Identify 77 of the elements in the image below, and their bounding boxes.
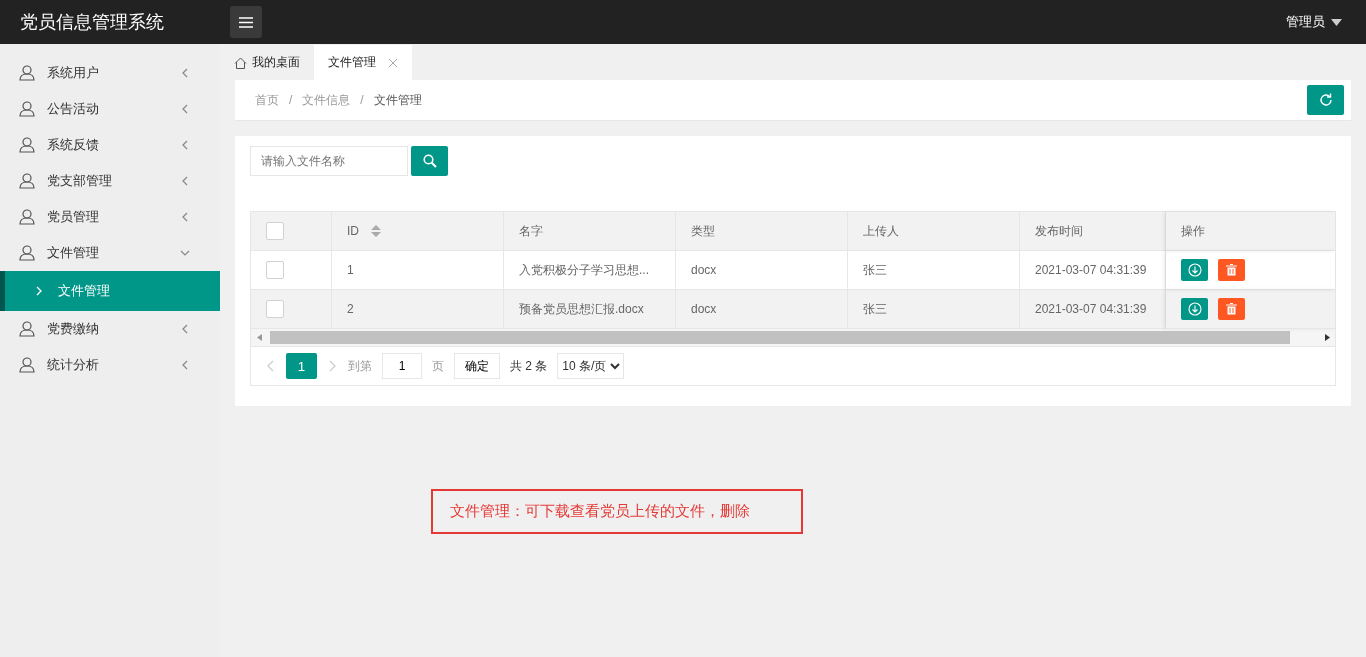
annotation-note: 文件管理：可下载查看党员上传的文件，删除 [431, 489, 803, 534]
sidebar-item[interactable]: 党费缴纳 [0, 311, 220, 347]
menu-icon [239, 16, 253, 28]
chevron-icon [180, 324, 190, 334]
column-header: 发布时间 [1020, 212, 1166, 251]
page-size-select[interactable]: 10 条/页 [557, 353, 625, 379]
sidebar-subitem[interactable]: 文件管理 [0, 271, 220, 311]
user-icon [19, 173, 35, 189]
tab[interactable]: 我的桌面 [220, 45, 314, 80]
chevron-icon [36, 286, 42, 296]
chevron-icon [180, 104, 190, 114]
download-icon [1187, 302, 1202, 316]
page-label: 页 [432, 357, 444, 375]
search-icon [422, 154, 437, 168]
chevron-right-icon [329, 360, 336, 372]
menu-button[interactable] [230, 6, 262, 38]
table-row[interactable]: 1 入党积极分子学习思想... docx 张三 2021-03-07 04:31:39 [251, 251, 1335, 290]
trash-icon [1226, 303, 1237, 315]
confirm-button[interactable]: 确定 [454, 353, 500, 379]
sidebar-item[interactable]: 党员管理 [0, 199, 220, 235]
sort-icon [371, 225, 381, 237]
caret-icon [1331, 18, 1342, 26]
tab[interactable]: 文件管理 [314, 45, 412, 80]
user-icon [19, 65, 35, 81]
refresh-button[interactable] [1307, 85, 1344, 115]
scrollbar-thumb[interactable] [270, 331, 1290, 344]
close-icon [388, 57, 398, 68]
checkbox[interactable] [266, 300, 284, 318]
column-header: 名字 [504, 212, 676, 251]
sidebar-item[interactable]: 系统反馈 [0, 127, 220, 163]
breadcrumb-separator: / [289, 93, 293, 107]
chevron-icon [180, 140, 190, 150]
sidebar-item[interactable]: 统计分析 [0, 347, 220, 383]
breadcrumb-link[interactable]: 文件管理 [373, 91, 422, 109]
search-button[interactable] [411, 146, 448, 176]
scroll-left-icon [257, 334, 262, 341]
scroll-right-icon [1325, 334, 1330, 341]
download-button[interactable] [1181, 259, 1208, 281]
sidebar-item[interactable]: 文件管理 [0, 235, 220, 271]
sidebar-item[interactable]: 系统用户 [0, 55, 220, 91]
chevron-icon [180, 212, 190, 222]
table-row[interactable]: 2 预备党员思想汇报.docx docx 张三 2021-03-07 04:31:39 [251, 290, 1335, 329]
trash-icon [1226, 264, 1237, 276]
column-header[interactable]: ID [332, 212, 504, 251]
column-header: 操作 [1166, 212, 1335, 251]
chevron-icon [180, 68, 190, 78]
total-count: 共 2 条 [510, 357, 548, 375]
chevron-left-icon [267, 360, 274, 372]
column-header: 类型 [676, 212, 848, 251]
breadcrumb-separator: / [360, 93, 364, 107]
sidebar-item[interactable]: 公告活动 [0, 91, 220, 127]
chevron-icon [180, 360, 190, 370]
page-button[interactable]: 1 [286, 353, 317, 379]
chevron-icon [180, 248, 190, 258]
checkbox[interactable] [266, 222, 284, 240]
download-button[interactable] [1181, 298, 1208, 320]
user-icon [19, 357, 35, 373]
app-title: 党员信息管理系统 [19, 11, 165, 34]
user-icon [19, 321, 35, 337]
horizontal-scrollbar[interactable] [251, 329, 1335, 347]
user-icon [19, 137, 35, 153]
home-icon [234, 56, 247, 69]
sidebar-item[interactable]: 党支部管理 [0, 163, 220, 199]
chevron-icon [180, 176, 190, 186]
delete-button[interactable] [1218, 259, 1245, 281]
goto-label: 到第 [348, 357, 372, 375]
checkbox[interactable] [266, 261, 284, 279]
user-icon [19, 209, 35, 225]
refresh-icon [1318, 93, 1333, 107]
user-menu[interactable]: 管理员 [1286, 13, 1325, 31]
user-icon [19, 245, 35, 261]
download-icon [1187, 263, 1202, 277]
user-icon [19, 101, 35, 117]
search-field[interactable]: 请输入文件名称 [250, 146, 408, 176]
column-header: 上传人 [848, 212, 1020, 251]
page-input[interactable]: 1 [382, 353, 422, 379]
delete-button[interactable] [1218, 298, 1245, 320]
